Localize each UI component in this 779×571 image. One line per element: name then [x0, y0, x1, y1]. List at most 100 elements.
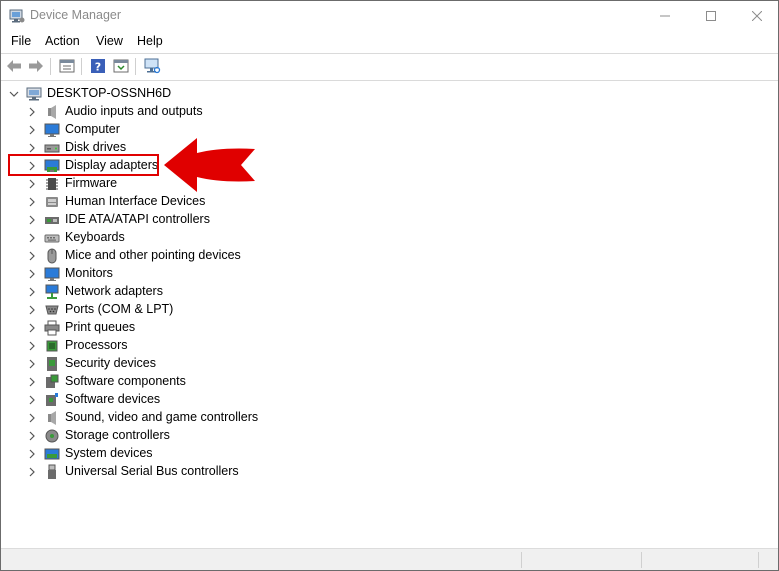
- system-device-icon: [44, 448, 60, 460]
- tree-item-label: Computer: [65, 122, 120, 136]
- back-icon: [7, 60, 21, 72]
- chevron-right-icon[interactable]: [26, 304, 38, 316]
- chevron-right-icon[interactable]: [26, 286, 38, 298]
- usb-icon: [48, 464, 56, 479]
- tree-item-ports[interactable]: Ports (COM & LPT): [1, 301, 778, 319]
- tree-item-label: Software devices: [65, 392, 161, 406]
- title-bar[interactable]: Device Manager: [1, 1, 778, 31]
- status-bar: [1, 548, 778, 570]
- tree-item-label: Sound, video and game controllers: [65, 410, 259, 424]
- tree-item-keyboards[interactable]: Keyboards: [1, 229, 778, 247]
- tree-item-hid[interactable]: Human Interface Devices: [1, 193, 778, 211]
- tree-item-monitors[interactable]: Monitors: [1, 265, 778, 283]
- tree-item-software-components[interactable]: Software components: [1, 373, 778, 391]
- scan-hardware-button[interactable]: [143, 57, 161, 75]
- chevron-down-icon[interactable]: [8, 88, 20, 100]
- tree-item-software-devices[interactable]: Software devices: [1, 391, 778, 409]
- status-divider: [521, 552, 522, 568]
- update-driver-icon: [113, 59, 129, 73]
- help-button[interactable]: ?: [89, 57, 107, 75]
- monitor-icon: [44, 267, 60, 281]
- chevron-right-icon[interactable]: [26, 358, 38, 370]
- tree-item-label: Print queues: [65, 320, 136, 334]
- chevron-right-icon[interactable]: [26, 322, 38, 334]
- tree-item-network[interactable]: Network adapters: [1, 283, 778, 301]
- storage-controller-icon: [45, 429, 59, 443]
- tree-item-sound-video[interactable]: Sound, video and game controllers: [1, 409, 778, 427]
- toolbar-separator: [81, 58, 82, 75]
- speaker-icon: [48, 105, 56, 119]
- forward-button[interactable]: [27, 57, 45, 75]
- chevron-right-icon[interactable]: [26, 214, 38, 226]
- scan-hardware-icon: [144, 58, 161, 74]
- close-icon: [752, 11, 762, 21]
- tree-item-label: Network adapters: [65, 284, 163, 298]
- tree-item-processors[interactable]: Processors: [1, 337, 778, 355]
- software-device-icon: [46, 393, 58, 406]
- maximize-button[interactable]: [688, 1, 734, 31]
- tree-root[interactable]: DESKTOP-OSSNH6D: [1, 85, 778, 103]
- chip-icon: [46, 178, 58, 190]
- tree-item-label: Ports (COM & LPT): [65, 302, 174, 316]
- back-button[interactable]: [5, 57, 23, 75]
- chevron-right-icon[interactable]: [26, 106, 38, 118]
- computer-icon: [26, 87, 42, 101]
- tree-item-label: Disk drives: [65, 140, 127, 154]
- menu-action[interactable]: Action: [45, 34, 80, 48]
- tree-item-label: Firmware: [65, 176, 118, 190]
- chevron-right-icon[interactable]: [26, 250, 38, 262]
- chevron-right-icon[interactable]: [26, 376, 38, 388]
- tree-item-mice[interactable]: Mice and other pointing devices: [1, 247, 778, 265]
- chevron-right-icon[interactable]: [26, 232, 38, 244]
- tree-item-system-devices[interactable]: System devices: [1, 445, 778, 463]
- speaker-icon: [48, 411, 56, 425]
- properties-button[interactable]: [58, 57, 76, 75]
- hid-icon: [46, 197, 58, 207]
- menu-view[interactable]: View: [96, 34, 123, 48]
- tree-item-computer[interactable]: Computer: [1, 121, 778, 139]
- tree-item-ide[interactable]: IDE ATA/ATAPI controllers: [1, 211, 778, 229]
- tree-item-audio[interactable]: Audio inputs and outputs: [1, 103, 778, 121]
- update-driver-button[interactable]: [112, 57, 130, 75]
- tree-item-print-queues[interactable]: Print queues: [1, 319, 778, 337]
- toolbar: ?: [1, 54, 778, 79]
- menu-file[interactable]: File: [11, 34, 31, 48]
- tree-item-security[interactable]: Security devices: [1, 355, 778, 373]
- tree-item-label: Human Interface Devices: [65, 194, 206, 208]
- chevron-right-icon[interactable]: [26, 178, 38, 190]
- software-component-icon: [46, 374, 59, 388]
- tree-item-label: Audio inputs and outputs: [65, 104, 203, 118]
- chevron-right-icon[interactable]: [26, 430, 38, 442]
- tree-item-label: Universal Serial Bus controllers: [65, 464, 239, 478]
- tree-item-label: IDE ATA/ATAPI controllers: [65, 212, 210, 226]
- tree-item-label: Storage controllers: [65, 428, 170, 442]
- tree-item-label: Keyboards: [65, 230, 125, 244]
- mouse-icon: [47, 248, 57, 264]
- device-tree: DESKTOP-OSSNH6D Audio inputs and outputs…: [1, 81, 778, 548]
- tree-item-usb[interactable]: Universal Serial Bus controllers: [1, 463, 778, 481]
- toolbar-separator: [135, 58, 136, 75]
- maximize-icon: [706, 11, 716, 21]
- chevron-right-icon[interactable]: [26, 196, 38, 208]
- chevron-right-icon[interactable]: [26, 142, 38, 154]
- chevron-right-icon[interactable]: [26, 466, 38, 478]
- chevron-right-icon[interactable]: [26, 394, 38, 406]
- network-adapter-icon: [45, 284, 59, 299]
- help-icon: ?: [91, 59, 105, 74]
- keyboard-icon: [44, 234, 60, 243]
- chevron-right-icon[interactable]: [26, 124, 38, 136]
- tree-item-firmware[interactable]: Firmware: [1, 175, 778, 193]
- minimize-button[interactable]: [642, 1, 688, 31]
- monitor-icon: [44, 123, 60, 137]
- close-button[interactable]: [734, 1, 778, 31]
- status-divider: [758, 552, 759, 568]
- tree-item-label: Security devices: [65, 356, 157, 370]
- tree-item-storage[interactable]: Storage controllers: [1, 427, 778, 445]
- menu-help[interactable]: Help: [137, 34, 163, 48]
- chevron-right-icon[interactable]: [26, 412, 38, 424]
- device-manager-icon: [9, 9, 25, 23]
- chevron-right-icon[interactable]: [26, 340, 38, 352]
- chevron-right-icon[interactable]: [26, 448, 38, 460]
- svg-text:?: ?: [95, 61, 101, 74]
- chevron-right-icon[interactable]: [26, 268, 38, 280]
